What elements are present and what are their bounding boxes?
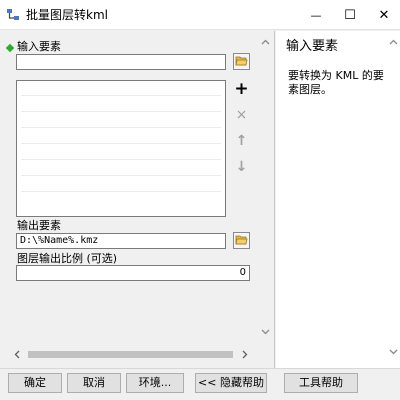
remove-item-button[interactable]: × <box>233 107 250 124</box>
arrow-down-icon: ↓ <box>235 159 248 175</box>
tool-help-button[interactable]: 工具帮助 <box>284 373 358 393</box>
scroll-up-icon[interactable] <box>258 35 272 49</box>
help-pane: 输入要素 要转换为 KML 的要素图层。 <box>276 31 400 368</box>
tool-script-icon <box>6 8 20 22</box>
help-scroll-up-icon[interactable] <box>386 35 400 49</box>
ok-button[interactable]: 确定 <box>8 373 62 393</box>
minimize-icon: — <box>310 8 322 22</box>
maximize-icon: ☐ <box>344 7 356 23</box>
scale-field[interactable]: 0 <box>16 265 250 281</box>
input-features-list[interactable] <box>16 80 226 217</box>
scroll-right-icon[interactable] <box>238 347 252 361</box>
input-features-label: 输入要素 <box>17 40 61 53</box>
scroll-down-icon[interactable] <box>258 325 272 339</box>
maximize-button[interactable]: ☐ <box>334 0 366 30</box>
help-title: 输入要素 <box>286 39 339 54</box>
input-features-field[interactable] <box>16 54 226 70</box>
hide-help-button[interactable]: << 隐藏帮助 <box>195 373 267 393</box>
horizontal-scroll-thumb[interactable] <box>28 351 233 358</box>
open-folder-icon <box>235 234 248 248</box>
required-marker-icon <box>5 43 15 53</box>
scale-label: 图层输出比例 (可选) <box>17 252 118 265</box>
close-icon: ✕ <box>378 7 390 23</box>
remove-icon: × <box>235 107 248 123</box>
move-up-button[interactable]: ↑ <box>233 133 250 150</box>
output-features-field[interactable]: D:\%Name%.kmz <box>16 233 226 249</box>
title-bar: 批量图层转kml — ☐ ✕ <box>0 0 400 30</box>
scroll-left-icon[interactable] <box>10 347 24 361</box>
output-browse-button[interactable] <box>233 232 250 249</box>
plus-icon: + <box>234 79 249 99</box>
move-down-button[interactable]: ↓ <box>233 159 250 176</box>
help-scroll-down-icon[interactable] <box>386 345 400 359</box>
input-browse-button[interactable] <box>233 53 250 70</box>
close-button[interactable]: ✕ <box>368 0 400 30</box>
help-body: 要转换为 KML 的要素图层。 <box>288 69 384 96</box>
button-bar: 确定 取消 环境... << 隐藏帮助 工具帮助 <box>0 368 400 400</box>
left-vertical-scrollbar[interactable] <box>258 33 272 345</box>
arrow-up-icon: ↑ <box>235 133 248 149</box>
add-item-button[interactable]: + <box>233 81 250 98</box>
pane-divider[interactable] <box>274 31 275 368</box>
window-title: 批量图层转kml <box>26 8 108 22</box>
output-features-label: 输出要素 <box>17 219 61 232</box>
horizontal-scrollbar[interactable] <box>4 347 256 361</box>
open-folder-icon <box>235 55 248 69</box>
cancel-button[interactable]: 取消 <box>67 373 121 393</box>
help-vertical-scrollbar[interactable] <box>386 33 400 363</box>
environments-button[interactable]: 环境... <box>126 373 184 393</box>
minimize-button[interactable]: — <box>300 0 332 30</box>
